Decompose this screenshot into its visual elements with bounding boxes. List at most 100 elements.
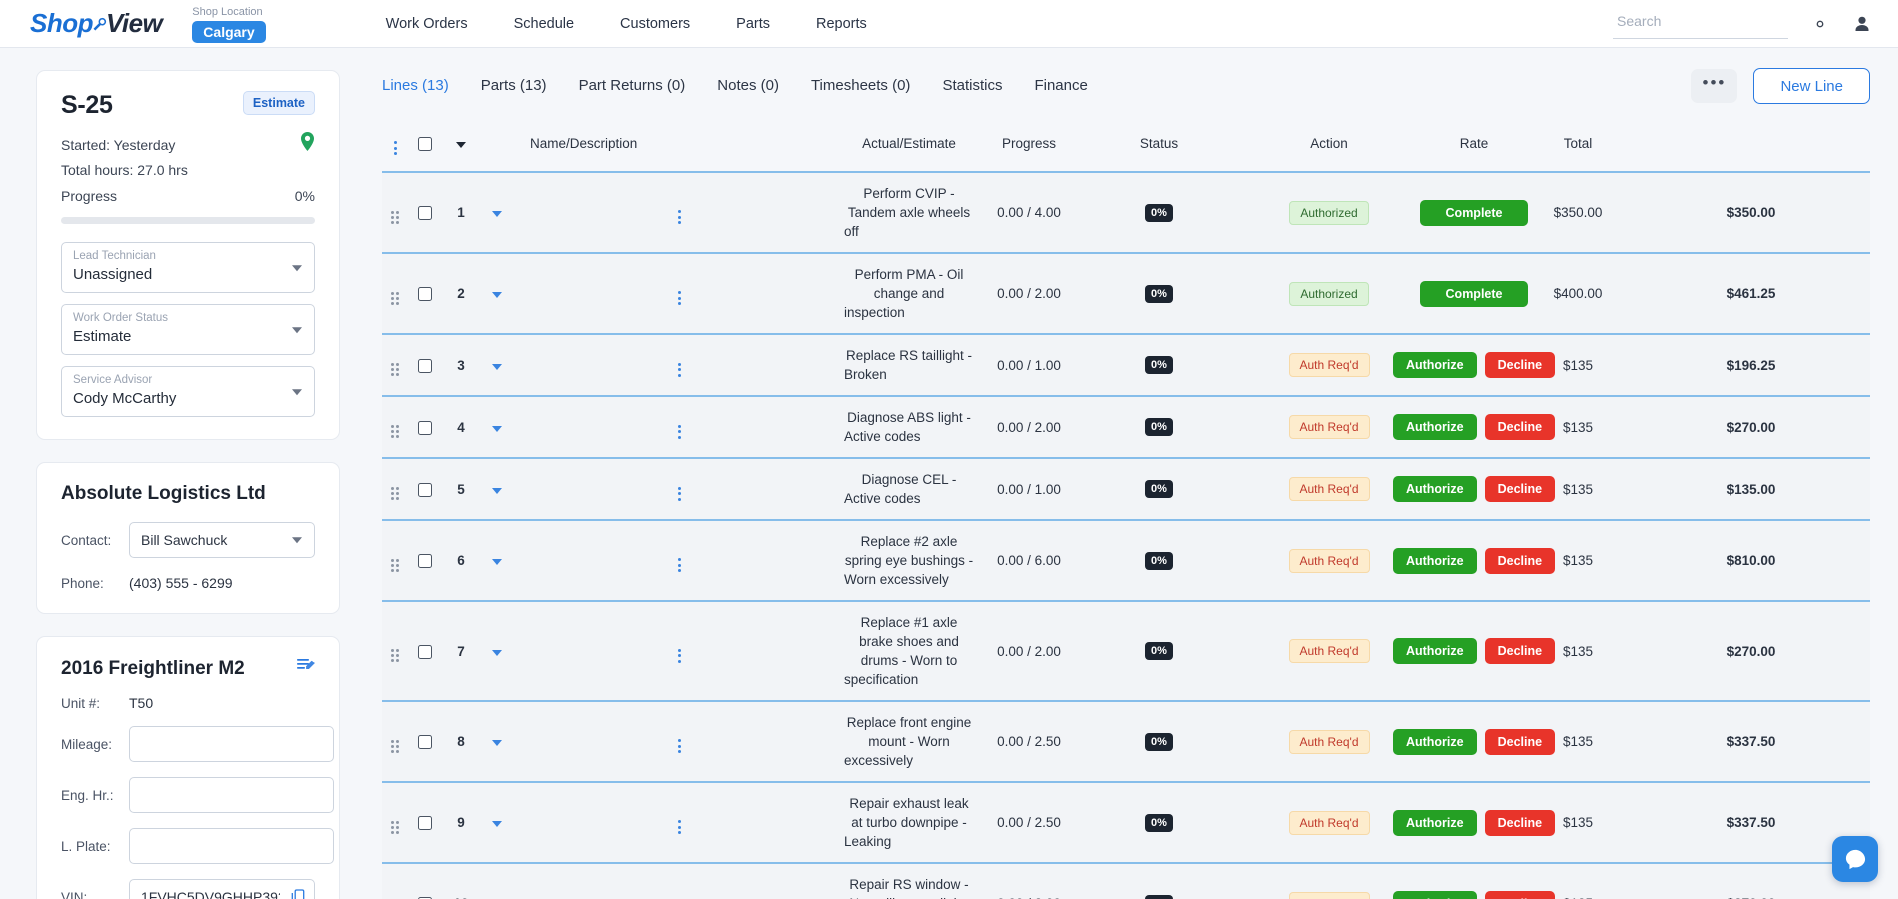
table-row[interactable]: 2 Perform PMA - Oil change and inspection…: [382, 253, 1870, 334]
table-row[interactable]: 4 Diagnose ABS light - Active codes 0.00 /…: [382, 396, 1870, 458]
chevron-down-icon[interactable]: [492, 425, 502, 432]
row-menu-icon[interactable]: [677, 739, 681, 753]
row-decline-button[interactable]: Decline: [1484, 890, 1556, 899]
row-drag-handle[interactable]: [382, 863, 408, 899]
row-drag-handle[interactable]: [382, 396, 408, 458]
row-authorize-button[interactable]: Authorize: [1392, 638, 1477, 664]
row-decline-button[interactable]: Decline: [1484, 638, 1556, 664]
work-order-status-select[interactable]: Work Order Status Estimate: [61, 304, 315, 355]
row-checkbox[interactable]: [418, 554, 432, 569]
row-menu-icon[interactable]: [677, 558, 681, 572]
user-account-icon[interactable]: [1852, 14, 1872, 34]
row-authorize-button[interactable]: Authorize: [1392, 728, 1477, 755]
row-decline-button[interactable]: Decline: [1484, 547, 1556, 574]
nav-item-schedule[interactable]: Schedule: [514, 16, 574, 32]
more-options-button[interactable]: •••: [1691, 69, 1738, 103]
row-authorize-button[interactable]: Authorize: [1392, 547, 1477, 574]
gear-icon[interactable]: [1810, 14, 1830, 34]
tab-lines[interactable]: Lines (13): [382, 77, 449, 96]
row-authorize-button[interactable]: Authorize: [1392, 414, 1477, 440]
chevron-down-icon[interactable]: [492, 363, 502, 370]
table-row[interactable]: 3 Replace RS taillight - Broken 0.00 / 1.0…: [382, 334, 1870, 396]
select-all-checkbox[interactable]: [418, 137, 432, 152]
nav-item-reports[interactable]: Reports: [816, 16, 867, 32]
edit-vehicle-icon[interactable]: [297, 657, 315, 680]
chevron-down-icon[interactable]: [456, 142, 466, 148]
support-chat-button[interactable]: [1832, 836, 1878, 882]
table-row[interactable]: 8 Replace front engine mount - Worn exces…: [382, 701, 1870, 782]
nav-item-customers[interactable]: Customers: [620, 16, 690, 32]
row-checkbox[interactable]: [418, 482, 432, 497]
row-complete-button[interactable]: Complete: [1419, 280, 1529, 307]
row-drag-handle[interactable]: [382, 334, 408, 396]
row-authorize-button[interactable]: Authorize: [1392, 352, 1477, 378]
tab-notes[interactable]: Notes (0): [717, 77, 779, 96]
lead-technician-select[interactable]: Lead Technician Unassigned: [61, 242, 315, 293]
vin-input[interactable]: [129, 879, 315, 899]
row-menu-icon[interactable]: [677, 486, 681, 501]
row-menu-icon[interactable]: [677, 648, 681, 663]
tab-part-returns[interactable]: Part Returns (0): [579, 77, 686, 96]
table-row[interactable]: 1 Perform CVIP - Tandem axle wheels off 0.…: [382, 172, 1870, 253]
eng-hr-input[interactable]: [129, 777, 334, 813]
row-checkbox[interactable]: [418, 358, 432, 373]
row-authorize-button[interactable]: Authorize: [1392, 476, 1477, 502]
row-drag-handle[interactable]: [382, 172, 408, 253]
location-pin-icon[interactable]: [300, 132, 315, 158]
drag-kebab-icon[interactable]: [393, 141, 397, 155]
chevron-down-icon[interactable]: [492, 649, 502, 656]
work-order-status-badge[interactable]: Estimate: [242, 91, 315, 115]
table-row[interactable]: 7 Replace #1 axle brake shoes and drums -…: [382, 601, 1870, 701]
mileage-input[interactable]: [129, 726, 334, 762]
tab-finance[interactable]: Finance: [1034, 77, 1087, 96]
tab-timesheets[interactable]: Timesheets (0): [811, 77, 910, 96]
tab-parts[interactable]: Parts (13): [481, 77, 547, 96]
chevron-down-icon[interactable]: [492, 740, 502, 746]
row-menu-icon[interactable]: [677, 291, 681, 305]
row-decline-button[interactable]: Decline: [1484, 728, 1556, 755]
row-drag-handle[interactable]: [382, 701, 408, 782]
contact-select[interactable]: Bill Sawchuck: [129, 522, 315, 558]
row-checkbox[interactable]: [418, 735, 432, 750]
row-decline-button[interactable]: Decline: [1484, 352, 1556, 378]
table-row[interactable]: 6 Replace #2 axle spring eye bushings - W…: [382, 520, 1870, 601]
service-advisor-select[interactable]: Service Advisor Cody McCarthy: [61, 366, 315, 417]
chevron-down-icon[interactable]: [492, 487, 502, 494]
chevron-down-icon[interactable]: [492, 292, 502, 298]
row-menu-icon[interactable]: [677, 210, 681, 224]
row-decline-button[interactable]: Decline: [1484, 414, 1556, 440]
row-checkbox[interactable]: [418, 420, 432, 435]
license-plate-input[interactable]: [129, 828, 334, 864]
row-menu-icon[interactable]: [677, 362, 681, 377]
chevron-down-icon[interactable]: [492, 211, 502, 217]
row-drag-handle[interactable]: [382, 520, 408, 601]
chevron-down-icon[interactable]: [492, 821, 502, 827]
search-input[interactable]: [1613, 8, 1788, 39]
tab-statistics[interactable]: Statistics: [942, 77, 1002, 96]
row-decline-button[interactable]: Decline: [1484, 809, 1556, 836]
row-complete-button[interactable]: Complete: [1419, 199, 1529, 226]
row-checkbox[interactable]: [418, 287, 432, 302]
row-checkbox[interactable]: [418, 816, 432, 831]
table-row[interactable]: 10 Repair RS window - Not rolling up all …: [382, 863, 1870, 899]
copy-icon[interactable]: [291, 888, 305, 899]
chevron-down-icon[interactable]: [492, 559, 502, 565]
row-decline-button[interactable]: Decline: [1484, 476, 1556, 502]
new-line-button[interactable]: New Line: [1753, 68, 1870, 104]
nav-item-work-orders[interactable]: Work Orders: [386, 16, 468, 32]
row-checkbox[interactable]: [418, 644, 432, 659]
table-row[interactable]: 5 Diagnose CEL - Active codes 0.00 / 1.00 0…: [382, 458, 1870, 520]
row-drag-handle[interactable]: [382, 601, 408, 701]
shop-location-badge[interactable]: Calgary: [192, 20, 266, 43]
row-drag-handle[interactable]: [382, 458, 408, 520]
row-menu-icon[interactable]: [677, 424, 681, 439]
app-logo[interactable]: Shop View: [30, 8, 163, 39]
row-drag-handle[interactable]: [382, 782, 408, 863]
row-authorize-button[interactable]: Authorize: [1392, 809, 1477, 836]
row-menu-icon[interactable]: [677, 820, 681, 834]
row-checkbox[interactable]: [418, 206, 432, 221]
row-authorize-button[interactable]: Authorize: [1392, 890, 1477, 899]
nav-item-parts[interactable]: Parts: [736, 16, 770, 32]
table-row[interactable]: 9 Repair exhaust leak at turbo downpipe -…: [382, 782, 1870, 863]
row-drag-handle[interactable]: [382, 253, 408, 334]
